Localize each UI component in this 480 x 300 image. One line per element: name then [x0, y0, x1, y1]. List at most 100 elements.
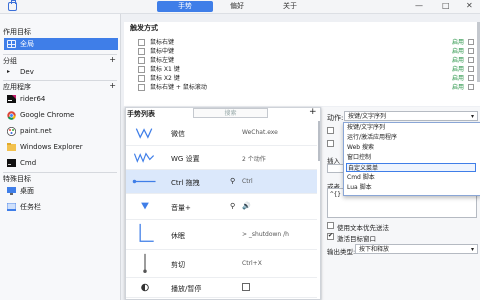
sidebar-item-rider64[interactable]: rider64: [4, 93, 118, 105]
speaker-icon: 🔊: [242, 202, 251, 210]
gesture-line-icon: [132, 179, 156, 184]
trigger-row[interactable]: 鼠标右键 启用: [130, 38, 476, 47]
gesture-row[interactable]: 播放/暂停: [126, 278, 317, 298]
activate-window-label: 激活目标窗口: [337, 235, 376, 243]
dropdown-option[interactable]: 运行/激活应用程序: [346, 133, 476, 142]
maximize-button[interactable]: □: [442, 1, 450, 10]
gesture-name: Ctrl 拖拽: [171, 179, 200, 187]
trigger-checkbox[interactable]: [138, 48, 145, 55]
option-checkbox[interactable]: [327, 140, 334, 147]
action-label: 动作:: [327, 114, 344, 122]
chevron-down-icon: ▾: [470, 113, 474, 120]
add-group-button[interactable]: +: [109, 55, 116, 64]
taskbar-icon: [6, 202, 17, 212]
gesture-action: WeChat.exe: [242, 129, 278, 136]
gesture-row[interactable]: 剪切 Ctrl+X: [126, 250, 317, 278]
trigger-status: 启用: [451, 48, 464, 55]
title-bar: 手势 偏好 关于 — □ ✕: [0, 0, 480, 14]
sidebar-item-label: Windows Explorer: [20, 143, 83, 151]
sidebar-item-cmd[interactable]: Cmd: [4, 157, 118, 169]
output-type-select[interactable]: 按下和释放 ▾: [355, 244, 478, 254]
activate-window-checkbox[interactable]: [327, 232, 334, 240]
gesture-row[interactable]: WG 设置 2 个动作: [126, 146, 317, 170]
gesture-wg-icon: [133, 152, 155, 163]
trigger-checkbox[interactable]: [138, 75, 145, 82]
trigger-enable-checkbox[interactable]: [468, 66, 474, 72]
sidebar-item-dev[interactable]: ▸ Dev: [4, 66, 118, 78]
trigger-enable-checkbox[interactable]: [468, 39, 474, 45]
sidebar-item-explorer[interactable]: Windows Explorer: [4, 141, 118, 153]
divider: [3, 80, 117, 81]
trigger-enable-checkbox[interactable]: [468, 48, 474, 54]
paintnet-icon: [6, 126, 17, 137]
sidebar-item-chrome[interactable]: Google Chrome: [4, 109, 118, 121]
link-icon: ⚲: [230, 177, 236, 185]
divider: [3, 172, 117, 173]
scrollbar[interactable]: [318, 121, 320, 161]
gesture-name: 微信: [171, 130, 185, 138]
sidebar-item-label: Cmd: [20, 159, 37, 167]
trigger-status: 启用: [451, 57, 464, 64]
trigger-row[interactable]: 鼠标中键 启用: [130, 47, 476, 56]
trigger-status: 启用: [451, 66, 464, 73]
gesture-search-input[interactable]: 搜索: [193, 108, 268, 118]
action-select[interactable]: 按键/文字序列 ▾: [344, 111, 478, 121]
sidebar-item-label: 任务栏: [20, 203, 41, 211]
gesture-name: 休眠: [171, 232, 185, 240]
trigger-row[interactable]: 鼠标右键 + 鼠标滚动 启用: [130, 83, 476, 92]
gesture-corner-icon: [139, 223, 154, 242]
gesture-name: 剪切: [171, 261, 185, 269]
dropdown-option[interactable]: Web 搜索: [346, 143, 476, 152]
gesture-row[interactable]: 音量+ ⚲ 🔊: [126, 194, 317, 220]
dropdown-option[interactable]: 按键/文字序列: [346, 123, 476, 132]
close-button[interactable]: ✕: [466, 1, 473, 10]
trigger-row[interactable]: 鼠标 X2 键 启用: [130, 74, 476, 83]
trigger-checkbox[interactable]: [138, 39, 145, 46]
trigger-enable-checkbox[interactable]: [468, 75, 474, 81]
app-icon: [8, 0, 17, 11]
gesture-name: 播放/暂停: [171, 285, 202, 293]
gesture-name: WG 设置: [171, 155, 200, 163]
trigger-enable-checkbox[interactable]: [468, 84, 474, 90]
text-input-checkbox[interactable]: [327, 222, 334, 229]
trigger-label: 鼠标右键 + 鼠标滚动: [150, 84, 207, 91]
minimize-button[interactable]: —: [415, 1, 423, 10]
sidebar-item-taskbar[interactable]: 任务栏: [4, 201, 118, 213]
trigger-enable-checkbox[interactable]: [468, 57, 474, 63]
trigger-checkbox[interactable]: [138, 84, 145, 91]
trigger-status: 启用: [451, 75, 464, 82]
tab-about[interactable]: 关于: [270, 1, 310, 12]
gesture-row[interactable]: 休眠 > _shutdown /h: [126, 220, 317, 250]
trigger-label: 鼠标左键: [150, 57, 175, 64]
sidebar-item-label: 全局: [20, 40, 34, 48]
dropdown-option[interactable]: 窗口控制: [346, 153, 476, 162]
trigger-checkbox[interactable]: [138, 57, 145, 64]
chevron-right-icon: ▸: [7, 68, 11, 75]
sidebar-item-desktop[interactable]: 桌面: [4, 185, 118, 197]
sidebar-item-label: paint.net: [20, 127, 52, 135]
sidebar-item-paintnet[interactable]: paint.net: [4, 125, 118, 137]
gesture-action: Ctrl+X: [242, 260, 262, 267]
trigger-row[interactable]: 鼠标左键 启用: [130, 56, 476, 65]
folder-icon: [7, 143, 16, 151]
chevron-down-icon: ▾: [470, 246, 474, 253]
tab-gestures[interactable]: 手势: [157, 1, 213, 12]
gesture-w-icon: [135, 128, 153, 139]
gesture-row[interactable]: 微信 WeChat.exe: [126, 120, 317, 146]
group-title: 分组: [3, 57, 17, 65]
dropdown-option[interactable]: Lua 脚本: [346, 183, 476, 192]
terminal-icon: [7, 159, 16, 167]
dropdown-option-highlighted[interactable]: 自定义菜单: [346, 163, 476, 172]
add-app-button[interactable]: +: [109, 81, 116, 90]
trigger-checkbox[interactable]: [138, 66, 145, 73]
sidebar: 作用目标 全局 分组 + ▸ Dev 应用程序 + rider64 Google…: [0, 14, 121, 300]
link-icon: ⚲: [230, 202, 236, 210]
option-checkbox[interactable]: [327, 127, 334, 134]
tab-preferences[interactable]: 偏好: [217, 1, 257, 12]
add-gesture-button[interactable]: +: [309, 107, 317, 117]
sidebar-item-global[interactable]: 全局: [4, 38, 118, 50]
divider: [3, 54, 117, 55]
trigger-row[interactable]: 鼠标 X1 键 启用: [130, 65, 476, 74]
dropdown-option[interactable]: Cmd 脚本: [346, 173, 476, 182]
gesture-row-selected[interactable]: Ctrl 拖拽 ⚲ Ctrl: [126, 170, 317, 194]
